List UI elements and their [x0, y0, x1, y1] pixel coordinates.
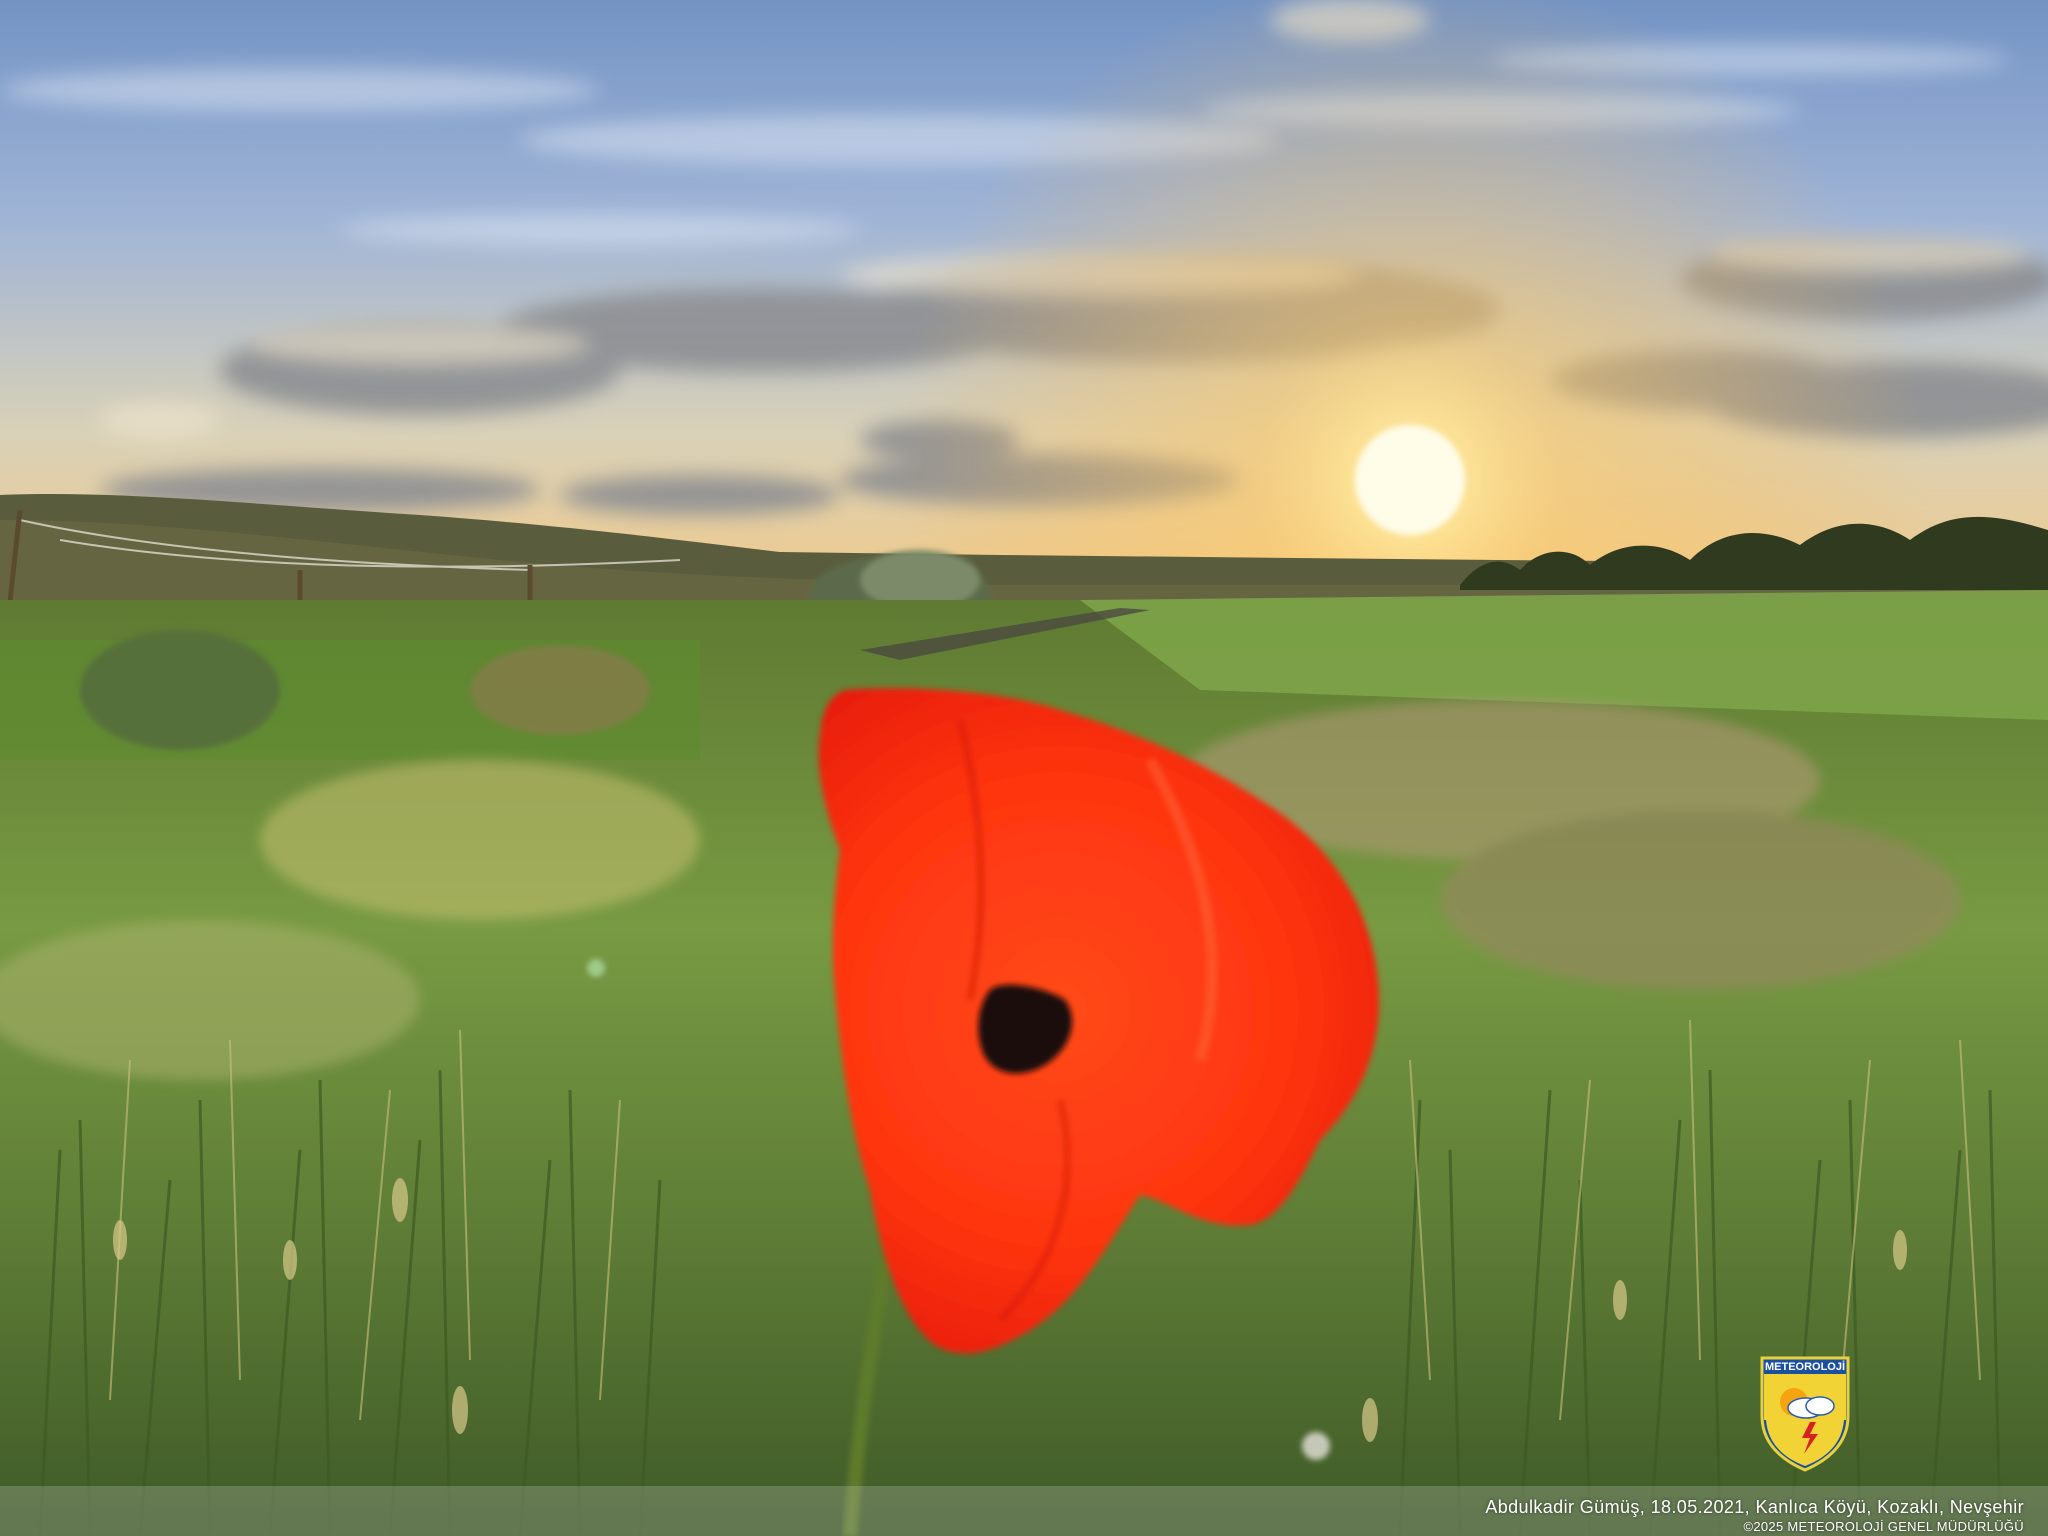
landscape-image — [0, 0, 2048, 1536]
photo-scene: METEOROLOJİ Abdulkadir Gümüş, 18.05.2021… — [0, 0, 2048, 1536]
logo-text: METEOROLOJİ — [1765, 1360, 1845, 1373]
photo-credit: Abdulkadir Gümüş, 18.05.2021, Kanlıca Kö… — [1485, 1497, 2024, 1517]
copyright-notice: ©2025 METEOROLOJİ GENEL MÜDÜRLÜĞÜ — [1743, 1519, 2024, 1534]
meteoroloji-shield-icon: METEOROLOJİ — [1760, 1356, 1850, 1472]
meteoroloji-logo: METEOROLOJİ — [1758, 1354, 1852, 1472]
